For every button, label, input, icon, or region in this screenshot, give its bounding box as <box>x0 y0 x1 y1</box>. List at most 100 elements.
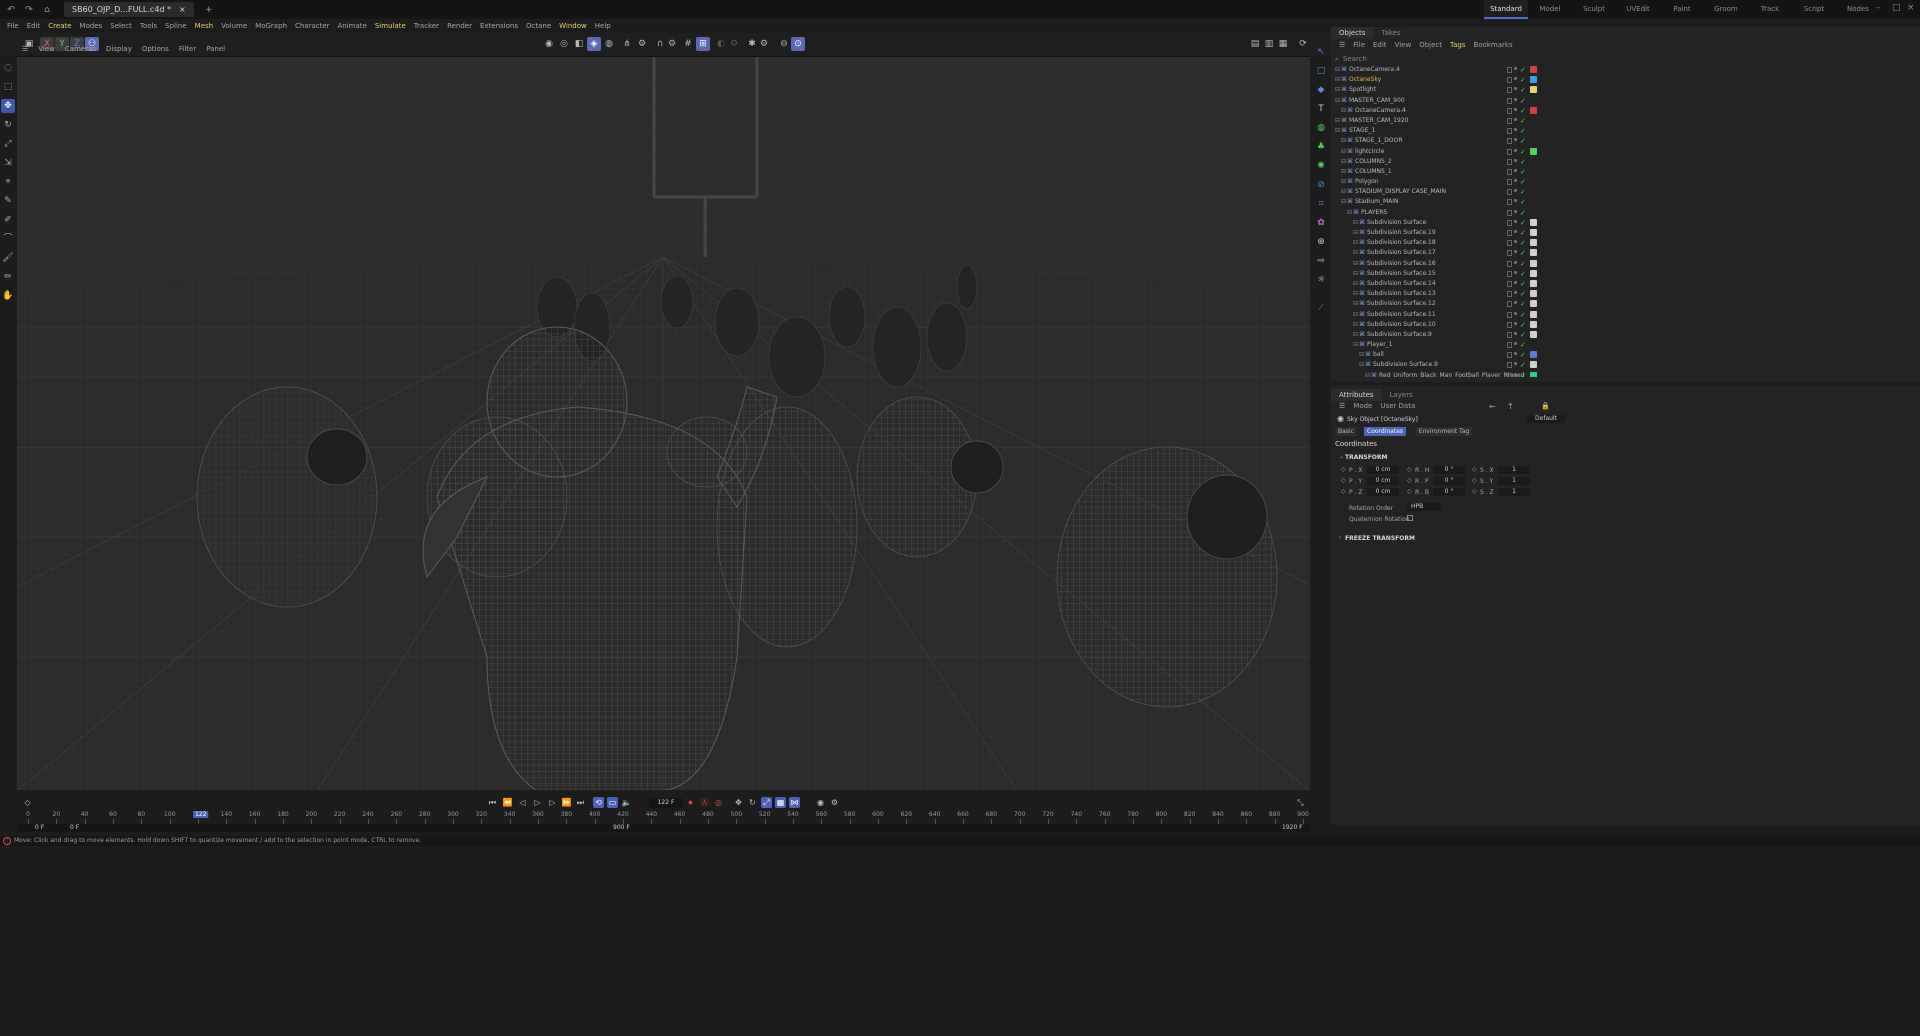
object-name[interactable]: STAGE_1 <box>1349 126 1375 136</box>
render-dot-icon[interactable] <box>1514 301 1517 305</box>
tree-expander-icon[interactable]: ⊟ <box>1341 136 1346 146</box>
3d-viewport[interactable] <box>17 56 1310 790</box>
tree-row[interactable]: ⊟ ⌘ OctaneCamera.4 ✓ <box>1331 65 1920 75</box>
layout-track[interactable]: Track <box>1748 0 1792 19</box>
tree-row[interactable]: ⊟ ⌘ MASTER_CAM_1920 ✓ <box>1331 116 1920 126</box>
layout-sculpt[interactable]: Sculpt <box>1572 0 1616 19</box>
brush-tool-icon[interactable]: ⁄ <box>1314 301 1328 315</box>
tree-row[interactable]: ⊟ ⌘ ball ✓ <box>1331 350 1920 360</box>
lock-icon[interactable]: 🔒 <box>1541 402 1550 410</box>
render-dot-icon[interactable] <box>1514 199 1517 203</box>
tree-row[interactable]: ⊟ ⌘ STAGE_1 ✓ <box>1331 126 1920 136</box>
tree-row[interactable]: ⊟ ⌘ Subdivision Surface.17 ✓ <box>1331 248 1920 258</box>
visibility-toggle[interactable] <box>1507 199 1512 206</box>
object-name[interactable]: STADIUM_DISPLAY CASE_MAIN <box>1355 187 1446 197</box>
tree-expander-icon[interactable]: ⊟ <box>1341 187 1346 197</box>
visibility-toggle[interactable] <box>1507 352 1512 359</box>
object-name[interactable]: COLUMNS_2 <box>1355 157 1392 167</box>
new-tab-icon[interactable]: + <box>202 3 216 17</box>
close-window-icon[interactable]: × <box>1907 3 1917 15</box>
visibility-toggle[interactable] <box>1507 331 1512 338</box>
s-value-field[interactable]: 1 <box>1498 488 1530 496</box>
object-name[interactable]: Subdivision Surface.15 <box>1367 269 1436 279</box>
enabled-check-icon[interactable]: ✓ <box>1520 269 1526 279</box>
render-dot-icon[interactable] <box>1514 321 1517 325</box>
tree-row[interactable]: ⊟ ⌘ Subdivision Surface.14 ✓ <box>1331 279 1920 289</box>
r-value-field[interactable]: 0 ° <box>1433 488 1465 496</box>
enabled-check-icon[interactable]: ✓ <box>1520 299 1526 309</box>
tree-expander-icon[interactable]: ⊟ <box>1353 279 1358 289</box>
enabled-check-icon[interactable]: ✓ <box>1520 340 1526 350</box>
enabled-check-icon[interactable]: ✓ <box>1520 177 1526 187</box>
objects-hamburger-icon[interactable]: ☰ <box>1335 41 1349 49</box>
layout-groom[interactable]: Groom <box>1704 0 1748 19</box>
key-rotation-icon[interactable]: ↻ <box>747 797 758 808</box>
menu-select[interactable]: Select <box>106 19 136 33</box>
move-tool-icon[interactable]: ✥ <box>1 99 15 113</box>
sound-icon[interactable]: 🔈 <box>621 797 632 808</box>
spline-sketch-icon[interactable]: ✐ <box>1 213 15 227</box>
render-dot-icon[interactable] <box>1514 168 1517 172</box>
object-name[interactable]: PLAYERS <box>1361 208 1387 218</box>
subtab-coordinates[interactable]: Coordinates <box>1364 427 1407 436</box>
visibility-toggle[interactable] <box>1507 240 1512 247</box>
render-dot-icon[interactable] <box>1514 250 1517 254</box>
tree-expander-icon[interactable]: ⊟ <box>1353 289 1358 299</box>
menu-spline[interactable]: Spline <box>161 19 191 33</box>
tree-row[interactable]: ⊟ ⌘ OctaneCamera.4 ✓ <box>1331 106 1920 116</box>
preview-range-icon[interactable]: ▭ <box>607 797 618 808</box>
render-dot-icon[interactable] <box>1514 179 1517 183</box>
search-input[interactable]: Search <box>1343 55 1367 63</box>
brush-icon[interactable]: 🖌 <box>1 251 15 265</box>
enabled-check-icon[interactable]: ✓ <box>1520 218 1526 228</box>
visibility-toggle[interactable] <box>1507 189 1512 196</box>
visibility-toggle[interactable] <box>1507 311 1512 318</box>
render-dot-icon[interactable] <box>1514 209 1517 213</box>
menu-edit[interactable]: Edit <box>23 19 45 33</box>
object-tag-icon[interactable] <box>1530 320 1537 328</box>
render-dot-icon[interactable] <box>1514 270 1517 274</box>
keyframe-icon[interactable]: ◇ <box>22 797 33 808</box>
tree-row[interactable]: ⊟ ⌘ Stadium_MAIN ✓ <box>1331 197 1920 207</box>
tree-row[interactable]: ⊟ ⌘ Player_1 ✓ <box>1331 340 1920 350</box>
enabled-check-icon[interactable]: ✓ <box>1520 96 1526 106</box>
go-to-end-icon[interactable]: ⏭ <box>575 797 586 808</box>
enabled-check-icon[interactable]: ✓ <box>1520 248 1526 258</box>
s-keyframe-icon[interactable]: ◇ <box>1472 488 1477 495</box>
tree-expander-icon[interactable]: ⊟ <box>1359 350 1364 360</box>
object-tag-icon[interactable] <box>1530 147 1537 155</box>
render-dot-icon[interactable] <box>1514 240 1517 244</box>
visibility-toggle[interactable] <box>1507 138 1512 145</box>
render-dot-icon[interactable] <box>1514 280 1517 284</box>
tree-row[interactable]: ⊟ ⌘ Subdivision Surface.16 ✓ <box>1331 259 1920 269</box>
tree-row[interactable]: ⊟ ⌘ STAGE_1_DOOR ✓ <box>1331 136 1920 146</box>
object-name[interactable]: MASTER_CAM_1920 <box>1349 116 1408 126</box>
render-dot-icon[interactable] <box>1514 158 1517 162</box>
object-name[interactable]: OctaneCamera.4 <box>1355 106 1406 116</box>
object-name[interactable]: Subdivision Surface.13 <box>1367 289 1436 299</box>
cloner-icon[interactable]: ♣ <box>1314 140 1328 154</box>
s-keyframe-icon[interactable]: ◇ <box>1472 477 1477 484</box>
object-tag-icon[interactable] <box>1530 371 1537 377</box>
s-value-field[interactable]: 1 <box>1498 466 1530 474</box>
null-object-icon[interactable]: □ <box>1314 64 1328 78</box>
next-key-icon[interactable]: ⏩ <box>561 797 572 808</box>
menu-animate[interactable]: Animate <box>334 19 371 33</box>
paint-icon[interactable]: ✏ <box>1 270 15 284</box>
selection-tools-icon[interactable]: ⬚ <box>1 80 15 94</box>
render-dot-icon[interactable] <box>1514 362 1517 366</box>
menu-character[interactable]: Character <box>291 19 334 33</box>
render-dot-icon[interactable] <box>1514 352 1517 356</box>
visibility-toggle[interactable] <box>1507 107 1512 114</box>
visibility-toggle[interactable] <box>1507 280 1512 287</box>
object-name[interactable]: Subdivision Surface.18 <box>1367 238 1436 248</box>
previous-frame-icon[interactable]: ◁ <box>517 797 528 808</box>
object-name[interactable]: MASTER_CAM_900 <box>1349 96 1405 106</box>
enabled-check-icon[interactable]: ✓ <box>1520 330 1526 340</box>
camera-icon[interactable]: ⌗ <box>1314 197 1328 211</box>
play-icon[interactable]: ▷ <box>532 797 543 808</box>
object-name[interactable]: Subdivision Surface.17 <box>1367 248 1436 258</box>
tree-row[interactable]: ⊟ ⌘ COLUMNS_2 ✓ <box>1331 157 1920 167</box>
tree-expander-icon[interactable]: ⊟ <box>1341 167 1346 177</box>
r-keyframe-icon[interactable]: ◇ <box>1407 477 1412 484</box>
